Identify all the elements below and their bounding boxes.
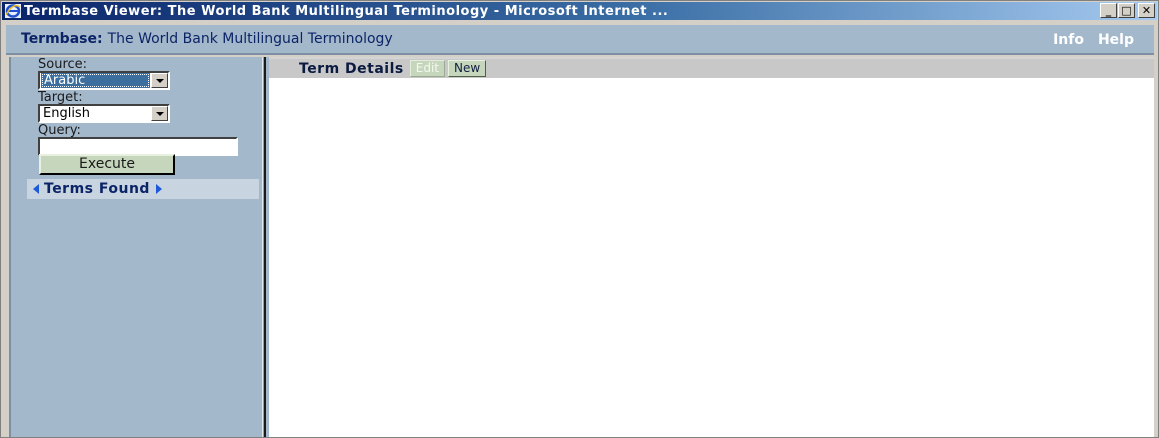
info-link[interactable]: Info xyxy=(1053,32,1084,48)
triangle-right-icon[interactable] xyxy=(155,184,162,194)
help-link[interactable]: Help xyxy=(1098,32,1134,48)
minimize-icon[interactable]: _ xyxy=(1100,3,1117,18)
target-select-value: English xyxy=(43,106,90,121)
terms-found-bar: Terms Found xyxy=(27,179,259,199)
chevron-down-icon[interactable] xyxy=(151,73,168,88)
window-controls: _ □ ✕ xyxy=(1099,3,1155,18)
close-icon[interactable]: ✕ xyxy=(1138,3,1155,18)
terms-found-label: Terms Found xyxy=(44,181,150,197)
triangle-left-icon[interactable] xyxy=(33,184,39,194)
query-label: Query: xyxy=(38,123,81,138)
source-select-value: Arabic xyxy=(41,73,150,88)
term-details-body xyxy=(269,78,1154,437)
window-titlebar[interactable]: Termbase Viewer: The World Bank Multilin… xyxy=(2,2,1157,20)
execute-button[interactable]: Execute xyxy=(39,154,175,175)
edit-button[interactable]: Edit xyxy=(409,60,445,77)
frame-splitter[interactable] xyxy=(259,57,269,437)
term-details-panel: Term Details Edit New xyxy=(269,57,1154,437)
search-sidebar: Source: Arabic Target: English Query: Ex… xyxy=(9,57,259,437)
header-links: Info Help xyxy=(1053,32,1134,48)
internet-explorer-icon[interactable] xyxy=(5,4,21,18)
term-details-toolbar: Term Details Edit New xyxy=(269,59,1154,78)
term-details-title: Term Details xyxy=(299,60,404,77)
termbase-name: The World Bank Multilingual Terminology xyxy=(107,31,393,47)
splitter-handle[interactable] xyxy=(262,57,266,437)
chevron-down-icon[interactable] xyxy=(151,106,168,121)
source-select[interactable]: Arabic xyxy=(38,71,170,90)
window-title: Termbase Viewer: The World Bank Multilin… xyxy=(24,3,669,19)
target-label: Target: xyxy=(38,90,83,105)
new-button[interactable]: New xyxy=(448,60,487,77)
browser-window: Termbase Viewer: The World Bank Multilin… xyxy=(0,0,1159,438)
maximize-icon[interactable]: □ xyxy=(1118,3,1135,18)
source-label: Source: xyxy=(38,57,88,72)
termbase-label: Termbase: xyxy=(21,31,103,47)
app-header: Termbase: The World Bank Multilingual Te… xyxy=(6,25,1154,55)
target-select[interactable]: English xyxy=(38,104,170,123)
